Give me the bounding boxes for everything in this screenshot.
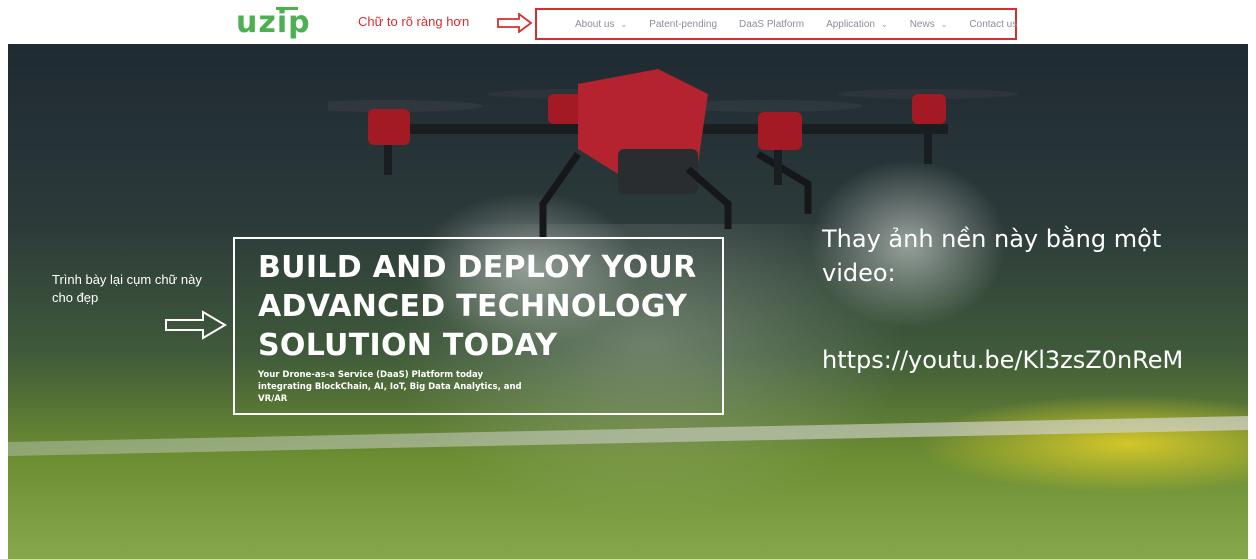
- nav-item-label: News: [909, 19, 935, 30]
- nav-item-daas-platform[interactable]: DaaS Platform: [739, 19, 804, 30]
- top-bar: uzip Chữ to rõ ràng hơn About us ⌄ Paten…: [0, 0, 1256, 44]
- nav-item-contact-us[interactable]: Contact us: [969, 19, 1017, 30]
- chevron-down-icon: ⌄: [880, 20, 888, 29]
- nav-item-patent-pending[interactable]: Patent-pending: [649, 19, 717, 30]
- hero-subtitle: Your Drone-as-a Service (DaaS) Platform …: [258, 370, 522, 404]
- logo-text: uzip: [236, 5, 311, 40]
- annotation-arrow-right-icon: [165, 310, 227, 340]
- annotation-video-url[interactable]: https://youtu.be/Kl3zsZ0nReM: [822, 343, 1183, 377]
- annotation-top-note: Chữ to rõ ràng hơn: [358, 14, 470, 29]
- nav-item-application[interactable]: Application ⌄: [826, 19, 888, 30]
- nav-item-label: Patent-pending: [649, 19, 718, 30]
- brand-logo[interactable]: uzip: [236, 5, 311, 40]
- nav-item-label: Contact us: [969, 19, 1018, 30]
- chevron-down-icon: ⌄: [620, 20, 628, 29]
- nav-item-about-us[interactable]: About us ⌄: [575, 19, 627, 30]
- annotation-right-note: Thay ảnh nền này bằng một video:: [822, 225, 1162, 287]
- nav-item-label: DaaS Platform: [739, 19, 805, 30]
- annotation-left-note: Trình bày lại cụm chữ này cho đẹp: [52, 272, 202, 305]
- nav-item-label: Application: [826, 19, 875, 30]
- hero-title: BUILD AND DEPLOY YOUR ADVANCED TECHNOLOG…: [258, 250, 697, 363]
- nav-item-news[interactable]: News ⌄: [910, 19, 948, 30]
- annotation-arrow-right-icon: [497, 13, 533, 33]
- chevron-down-icon: ⌄: [940, 20, 948, 29]
- main-nav: About us ⌄ Patent-pending DaaS Platform …: [575, 19, 1039, 30]
- logo-accent-bar: [276, 7, 298, 10]
- nav-item-label: About us: [575, 19, 615, 30]
